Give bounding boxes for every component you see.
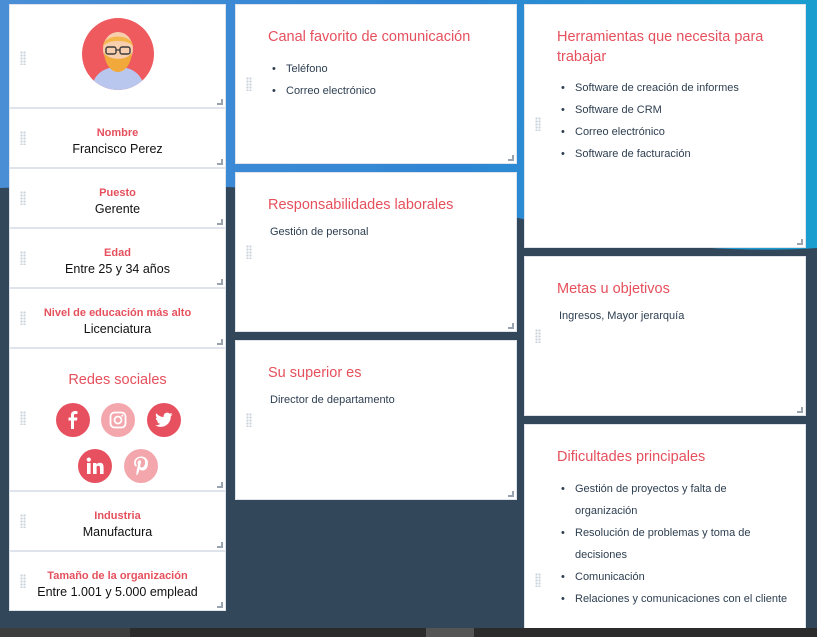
list-item: Correo electrónico <box>272 80 500 102</box>
twitter-icon[interactable] <box>147 403 181 437</box>
card-tools-needed[interactable]: Herramientas que necesita para trabajar … <box>524 4 806 248</box>
scrollbar-thumb[interactable] <box>426 628 474 637</box>
drag-handle-icon[interactable] <box>20 191 26 205</box>
card-goals[interactable]: Metas u objetivos Ingresos, Mayor jerarq… <box>524 256 806 416</box>
linkedin-icon[interactable] <box>78 449 112 483</box>
drag-handle-icon[interactable] <box>246 413 252 427</box>
drag-handle-icon[interactable] <box>20 411 26 425</box>
list-item: Software de CRM <box>561 99 789 121</box>
drag-handle-icon[interactable] <box>535 117 541 131</box>
profile-field-age[interactable]: Edad Entre 25 y 34 años <box>9 228 226 288</box>
drag-handle-icon[interactable] <box>535 329 541 343</box>
instagram-icon[interactable] <box>101 403 135 437</box>
social-networks-card[interactable]: Redes sociales <box>9 348 226 491</box>
bullet-list: Gestión de proyectos y falta de organiza… <box>561 478 789 610</box>
profile-field-org-size[interactable]: Tamaño de la organización Entre 1.001 y … <box>9 551 226 611</box>
drag-handle-icon[interactable] <box>20 574 26 588</box>
card-job-responsibilities[interactable]: Responsabilidades laborales Gestión de p… <box>235 172 517 332</box>
bearded-man-avatar-icon <box>82 18 154 90</box>
field-value: Francisco Perez <box>72 142 163 156</box>
scrollbar-segment[interactable] <box>0 628 130 637</box>
field-value: Entre 1.001 y 5.000 emplead <box>37 585 198 599</box>
field-label: Puesto <box>99 187 136 199</box>
card-title: Su superior es <box>268 365 362 381</box>
field-label: Tamaño de la organización <box>47 570 188 582</box>
field-label: Edad <box>104 247 131 259</box>
drag-handle-icon[interactable] <box>20 51 26 65</box>
card-text: Gestión de personal <box>270 226 369 238</box>
resize-handle[interactable] <box>217 99 223 105</box>
card-title: Dificultades principales <box>557 449 706 465</box>
resize-handle[interactable] <box>217 219 223 225</box>
resize-handle[interactable] <box>217 279 223 285</box>
list-item: Relaciones y comunicaciones con el clien… <box>561 588 789 610</box>
social-title: Redes sociales <box>68 372 167 388</box>
drag-handle-icon[interactable] <box>246 245 252 259</box>
drag-handle-icon[interactable] <box>246 77 252 91</box>
field-value: Gerente <box>94 202 141 216</box>
card-text: Ingresos, Mayor jerarquía <box>559 310 685 322</box>
list-item: Teléfono <box>272 58 500 80</box>
resize-handle[interactable] <box>217 482 223 488</box>
drag-handle-icon[interactable] <box>20 311 26 325</box>
bullet-list: Teléfono Correo electrónico <box>272 58 500 102</box>
field-value: Entre 25 y 34 años <box>65 262 170 276</box>
list-item: Resolución de problemas y toma de decisi… <box>561 522 789 566</box>
resize-handle[interactable] <box>508 155 514 161</box>
profile-field-name[interactable]: Nombre Francisco Perez <box>9 108 226 168</box>
resize-handle[interactable] <box>217 542 223 548</box>
facebook-icon[interactable] <box>56 403 90 437</box>
field-label: Nivel de educación más alto <box>43 307 192 319</box>
profile-field-education[interactable]: Nivel de educación más alto Licenciatura <box>9 288 226 348</box>
drag-handle-icon[interactable] <box>20 514 26 528</box>
field-value: Manufactura <box>82 525 153 539</box>
resize-handle[interactable] <box>508 323 514 329</box>
resize-handle[interactable] <box>797 239 803 245</box>
card-title: Metas u objetivos <box>557 281 670 297</box>
profile-field-industry[interactable]: Industria Manufactura <box>9 491 226 551</box>
list-item: Software de facturación <box>561 143 789 165</box>
bullet-list: Software de creación de informes Softwar… <box>561 77 789 165</box>
list-item: Software de creación de informes <box>561 77 789 99</box>
list-item: Comunicación <box>561 566 789 588</box>
profile-field-position[interactable]: Puesto Gerente <box>9 168 226 228</box>
field-label: Industria <box>94 510 141 522</box>
avatar-card[interactable] <box>9 4 226 108</box>
resize-handle[interactable] <box>217 602 223 608</box>
resize-handle[interactable] <box>797 407 803 413</box>
card-title: Canal favorito de comunicación <box>268 29 471 45</box>
list-item: Gestión de proyectos y falta de organiza… <box>561 478 789 522</box>
drag-handle-icon[interactable] <box>20 131 26 145</box>
drag-handle-icon[interactable] <box>20 251 26 265</box>
drag-handle-icon[interactable] <box>535 573 541 587</box>
resize-handle[interactable] <box>217 159 223 165</box>
card-title: Herramientas que necesita para trabajar <box>557 29 764 65</box>
resize-handle[interactable] <box>508 491 514 497</box>
card-main-challenges[interactable]: Dificultades principales Gestión de proy… <box>524 424 806 637</box>
card-supervisor[interactable]: Su superior es Director de departamento <box>235 340 517 500</box>
card-title: Responsabilidades laborales <box>268 197 454 213</box>
pinterest-icon[interactable] <box>124 449 158 483</box>
resize-handle[interactable] <box>217 339 223 345</box>
field-value: Licenciatura <box>83 322 152 336</box>
field-label: Nombre <box>96 127 139 139</box>
card-text: Director de departamento <box>270 394 395 406</box>
bottom-scrollbar[interactable] <box>0 628 817 637</box>
list-item: Correo electrónico <box>561 121 789 143</box>
card-communication-channel[interactable]: Canal favorito de comunicación Teléfono … <box>235 4 517 164</box>
